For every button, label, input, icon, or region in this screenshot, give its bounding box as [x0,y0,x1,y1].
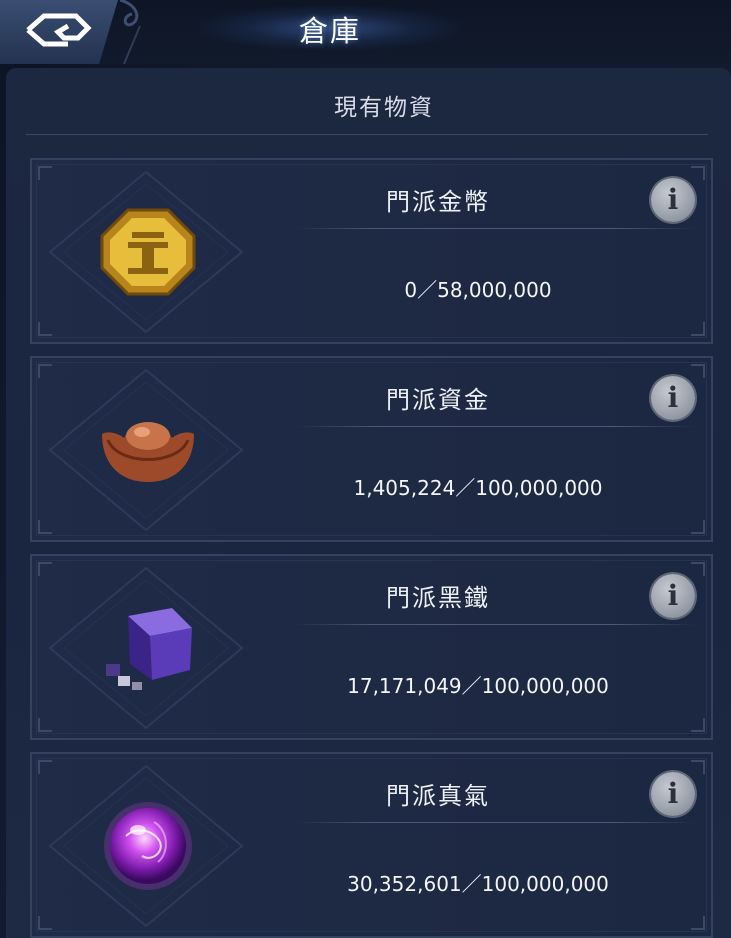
resource-amount: 17,171,049／100,000,000 [347,674,609,698]
back-button[interactable] [0,0,118,64]
back-arrow-icon [26,13,92,47]
info-button[interactable]: i [651,574,695,618]
resource-card-gold: 門派金幣 0／58,000,000 i [30,158,713,344]
purple-qi-orb-icon [104,802,192,890]
resource-amount: 30,352,601／100,000,000 [347,872,609,896]
resource-card-funds: 門派資金 1,405,224／100,000,000 i [30,356,713,542]
section-divider [26,134,708,135]
corner-ornament [691,322,705,336]
section-title: 現有物資 [334,95,434,121]
resource-name: 門派黑鐵 [386,584,490,612]
info-icon: i [667,183,679,216]
icon-frame [48,764,244,928]
info-icon: i [667,381,679,414]
card-divider [296,426,696,427]
info-icon: i [667,777,679,810]
icon-frame [48,170,244,334]
resource-name: 門派真氣 [386,782,490,810]
resource-amount: 1,405,224／100,000,000 [353,476,603,500]
ornament-curl-icon [119,0,141,64]
info-button[interactable]: i [651,178,695,222]
card-divider [296,624,696,625]
resources-panel: 現有物資 門派金幣 0／58,000,000 i 門派資金 1,405,224／… [6,68,731,938]
resource-name: 門派資金 [386,386,490,414]
resource-card-qi: 門派真氣 30,352,601／100,000,000 i [30,752,713,938]
copper-ingot-icon [102,422,194,482]
card-divider [296,822,696,823]
info-button[interactable]: i [651,772,695,816]
gold-coin-icon [100,208,196,296]
icon-frame [48,368,244,532]
icon-frame [48,566,244,730]
black-iron-cube-icon [106,608,192,690]
resource-amount: 0／58,000,000 [404,278,552,302]
info-icon: i [667,579,679,612]
resource-name: 門派金幣 [386,188,490,216]
corner-ornament [691,916,705,930]
warehouse-screen: 倉庫 現有物資 門派金幣 0／58,000,000 i 門派資金 1,405,2… [0,0,731,938]
corner-ornament [691,520,705,534]
top-bar: 倉庫 [0,0,731,64]
resource-card-iron: 門派黑鐵 17,171,049／100,000,000 i [30,554,713,740]
corner-ornament [691,718,705,732]
info-button[interactable]: i [651,376,695,420]
page-title: 倉庫 [298,14,361,48]
card-divider [296,228,696,229]
